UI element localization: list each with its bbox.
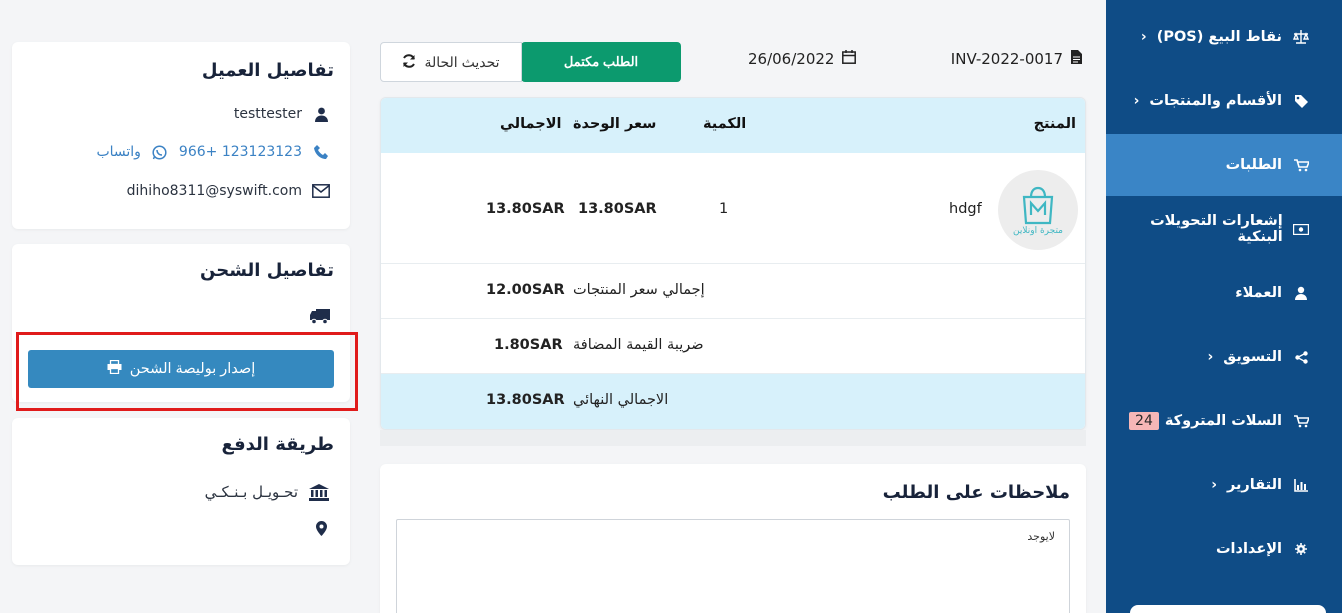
grand-value: 13.80SAR [486, 392, 565, 408]
sidebar-item-categories[interactable]: الأقسام والمنتجات ‹ [1106, 70, 1342, 132]
chevron-icon: ‹ [1140, 29, 1147, 45]
customer-card: تفاصيل العميل testtester 966+ 123123123 … [12, 42, 350, 229]
sidebar-item-label: إشعارات التحويلات البنكية [1150, 213, 1283, 245]
product-quantity: 1 [719, 201, 729, 217]
whatsapp-icon [151, 144, 169, 160]
sidebar-item-label: التسويق [1223, 349, 1282, 365]
highlight-annotation [16, 332, 358, 411]
customer-phone-row: 966+ 123123123 واتساب [96, 144, 330, 160]
sidebar-item-bank-transfers[interactable]: إشعارات التحويلات البنكية [1106, 198, 1342, 260]
bank-icon [308, 483, 330, 501]
sidebar-item-label: التقارير [1226, 477, 1282, 493]
summary-vat-row: ضريبة القيمة المضافة 1.80SAR [381, 319, 1085, 374]
refresh-icon [402, 53, 416, 71]
cart-icon [1290, 414, 1312, 428]
customer-email-row: dihiho8311@syswift.com [127, 183, 330, 199]
order-date: 26/06/2022 [748, 50, 857, 68]
grand-label: الاجمالي النهائي [573, 392, 669, 408]
subtotal-value: 12.00SAR [486, 282, 565, 298]
envelope-icon [312, 184, 330, 198]
payment-card: طريقة الدفع تحـويـل بـنـكـي [12, 418, 350, 565]
sidebar-item-marketing[interactable]: التسويق ‹ [1106, 326, 1342, 388]
header-quantity: الكمية [703, 116, 747, 132]
header-product: المنتج [1033, 116, 1076, 132]
product-image: متجرة اونلاين [998, 170, 1078, 250]
calendar-icon [842, 50, 857, 68]
sidebar-item-abandoned-carts[interactable]: السلات المتروكة 24 [1106, 390, 1342, 452]
product-total: 13.80SAR [486, 201, 565, 217]
sidebar-bottom-pill [1130, 605, 1326, 613]
sidebar: نقاط البيع (POS) ‹ الأقسام والمنتجات ‹ ا… [1106, 0, 1342, 613]
table-header: المنتج الكمية سعر الوحدة الاجمالي [381, 98, 1085, 153]
sidebar-item-label: السلات المتروكة [1164, 413, 1282, 429]
gear-icon [1290, 543, 1312, 555]
sidebar-item-label: الأقسام والمنتجات [1149, 93, 1282, 109]
header-unit-price: سعر الوحدة [573, 116, 657, 132]
payment-method-row: تحـويـل بـنـكـي [205, 483, 330, 501]
chevron-icon: ‹ [1207, 349, 1214, 365]
products-table: المنتج الكمية سعر الوحدة الاجمالي متجرة … [380, 97, 1086, 430]
customer-name-row: testtester [234, 106, 330, 122]
customer-title: تفاصيل العميل [201, 60, 334, 81]
chart-icon [1290, 478, 1312, 492]
sidebar-item-settings[interactable]: الإعدادات [1106, 518, 1342, 580]
user-icon [312, 107, 330, 122]
sidebar-item-label: نقاط البيع (POS) [1156, 29, 1282, 45]
sidebar-item-label: الإعدادات [1215, 541, 1282, 557]
payment-method: تحـويـل بـنـكـي [204, 483, 298, 501]
order-notes-card: ملاحظات على الطلب لايوجد [380, 464, 1086, 613]
chevron-icon: ‹ [1211, 477, 1217, 493]
customer-email[interactable]: dihiho8311@syswift.com [127, 183, 302, 199]
refresh-status-button[interactable]: تحديث الحالة [380, 42, 522, 82]
phone-icon [312, 144, 330, 160]
notes-title: ملاحظات على الطلب [882, 482, 1070, 503]
share-icon [1290, 350, 1312, 364]
map-pin-icon [312, 521, 330, 536]
customer-name: testtester [233, 106, 302, 122]
summary-grand-row: الاجمالي النهائي 13.80SAR [381, 374, 1085, 429]
whatsapp-link[interactable]: واتساب [96, 144, 140, 160]
invoice-value: INV-2022-0017 [950, 50, 1063, 68]
product-unit-price: 13.80SAR [578, 201, 657, 217]
truck-icon [310, 309, 330, 324]
vat-value: 1.80SAR [494, 337, 563, 353]
invoice-number: INV-2022-0017 [951, 50, 1082, 68]
table-bottom-strip [380, 430, 1086, 446]
sidebar-item-pos[interactable]: نقاط البيع (POS) ‹ [1106, 6, 1342, 68]
scale-icon [1290, 30, 1312, 44]
shipping-title: تفاصيل الشحن [200, 260, 334, 281]
order-status-button[interactable]: الطلب مكتمل [521, 42, 681, 82]
summary-subtotal-row: إجمالي سعر المنتجات 12.00SAR [381, 264, 1085, 319]
sidebar-item-customers[interactable]: العملاء [1106, 262, 1342, 324]
payment-title: طريقة الدفع [221, 434, 334, 455]
subtotal-label: إجمالي سعر المنتجات [573, 282, 705, 298]
header-total: الاجمالي [500, 116, 562, 132]
shopping-bag-icon [1022, 186, 1054, 224]
table-row: متجرة اونلاين hdgf 1 13.80SAR 13.80SAR [381, 153, 1085, 264]
count-badge: 24 [1129, 412, 1159, 430]
sidebar-item-label: الطلبات [1225, 157, 1282, 173]
tag-icon [1290, 94, 1312, 108]
chevron-icon: ‹ [1133, 93, 1140, 109]
cart-icon [1290, 158, 1312, 172]
money-icon [1291, 223, 1312, 235]
file-icon [1071, 50, 1082, 68]
user-icon [1290, 286, 1312, 300]
sidebar-item-label: العملاء [1235, 285, 1282, 301]
sidebar-item-orders[interactable]: الطلبات [1106, 134, 1342, 196]
customer-phone[interactable]: 966+ 123123123 [179, 144, 302, 160]
refresh-label: تحديث الحالة [424, 53, 500, 70]
store-logo-text: متجرة اونلاين [1013, 225, 1063, 236]
order-date-value: 26/06/2022 [748, 50, 835, 68]
vat-label: ضريبة القيمة المضافة [573, 337, 704, 353]
product-name: hdgf [949, 201, 982, 217]
notes-textarea[interactable]: لايوجد [396, 519, 1070, 613]
sidebar-item-reports[interactable]: التقارير ‹ [1106, 454, 1342, 516]
